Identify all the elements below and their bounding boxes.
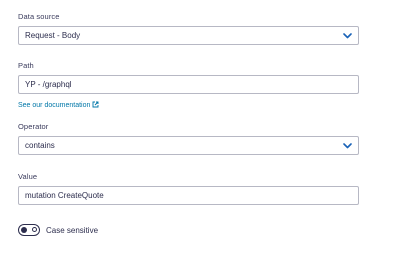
- data-source-select[interactable]: Request - Body: [18, 26, 359, 45]
- operator-value: contains: [25, 141, 55, 150]
- external-link-icon: [92, 101, 99, 110]
- path-input[interactable]: YP - /graphql: [18, 75, 359, 94]
- path-field: Path YP - /graphql See our documentation: [18, 61, 359, 112]
- documentation-link-text: See our documentation: [18, 102, 91, 109]
- operator-label: Operator: [18, 122, 49, 131]
- path-value: YP - /graphql: [25, 80, 72, 89]
- value-field: Value mutation CreateQuote: [18, 172, 359, 205]
- operator-select[interactable]: contains: [18, 136, 359, 155]
- case-sensitive-label: Case sensitive: [46, 225, 99, 235]
- data-source-label: Data source: [18, 12, 60, 21]
- toggle-knob: [20, 226, 27, 233]
- value-input[interactable]: mutation CreateQuote: [18, 186, 359, 205]
- value-label: Value: [18, 172, 38, 181]
- operator-field: Operator contains: [18, 122, 359, 155]
- toggle-off-icon: [32, 227, 37, 232]
- documentation-link[interactable]: See our documentation: [18, 101, 99, 110]
- chevron-down-icon: [342, 31, 352, 41]
- data-source-field: Data source Request - Body: [18, 12, 359, 45]
- value-value: mutation CreateQuote: [25, 191, 104, 200]
- case-sensitive-row: Case sensitive: [18, 224, 98, 236]
- chevron-down-icon: [342, 141, 352, 151]
- path-label: Path: [18, 61, 34, 70]
- data-source-value: Request - Body: [25, 31, 81, 40]
- case-sensitive-toggle[interactable]: [18, 224, 40, 236]
